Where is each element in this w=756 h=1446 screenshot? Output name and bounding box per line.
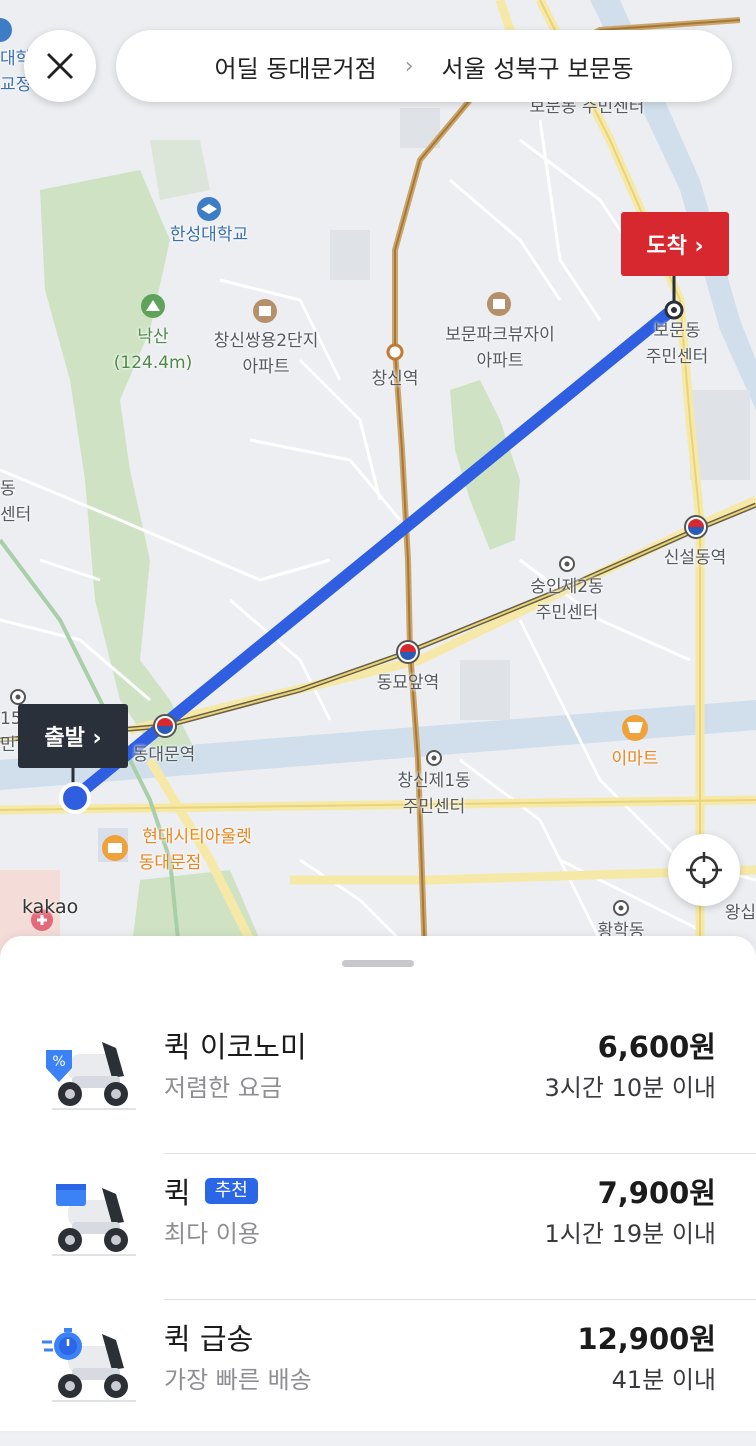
option-description: 최다 이용 <box>164 1220 260 1248</box>
stopwatch-icon <box>42 1328 82 1360</box>
delivery-options-sheet: % 퀵 이코노미 저렴한 요금 6,600원 3시간 10분 이내 퀵 추천 최… <box>0 936 756 1431</box>
option-eta: 41분 이내 <box>611 1366 716 1394</box>
option-price: 6,600원 <box>597 1030 716 1064</box>
place-label: 숭인제2동 <box>530 577 604 597</box>
option-name: 퀵 추천 <box>164 1170 258 1212</box>
option-quick-economy[interactable]: % 퀵 이코노미 저렴한 요금 6,600원 3시간 10분 이내 <box>0 1008 756 1154</box>
recommended-badge: 추천 <box>204 1178 258 1204</box>
option-description: 저렴한 요금 <box>164 1074 283 1102</box>
option-eta: 1시간 19분 이내 <box>544 1220 716 1248</box>
place-label: 센터 <box>0 505 32 525</box>
option-price: 12,900원 <box>577 1322 716 1356</box>
origin-address: 어딜 동대문거점 <box>214 54 377 83</box>
discount-tag-icon: % <box>46 1050 72 1082</box>
sheet-drag-handle[interactable] <box>342 960 414 967</box>
destination-address: 서울 성북구 보문동 <box>441 54 634 83</box>
start-pin-label[interactable]: 출발 › <box>18 704 128 768</box>
option-price: 7,900원 <box>597 1176 716 1210</box>
map-view[interactable]: 한성대학교 낙산 (124.4m) 창신쌍용2단지 아파트 보문파크뷰자이 아파… <box>0 0 756 960</box>
start-marker <box>59 782 91 814</box>
place-label: 아파트 <box>476 351 524 371</box>
option-quick[interactable]: 퀵 추천 최다 이용 7,900원 1시간 19분 이내 <box>0 1154 756 1300</box>
option-quick-express[interactable]: 퀵 급송 가장 빠른 배송 12,900원 41분 이내 <box>0 1300 756 1446</box>
place-label: 동 <box>0 479 16 499</box>
scooter-icon <box>52 1184 136 1256</box>
map-base <box>0 0 756 960</box>
end-pin-label[interactable]: 도착 › <box>621 212 729 276</box>
option-eta: 3시간 10분 이내 <box>544 1074 716 1102</box>
scooter-icon: % <box>46 1042 136 1110</box>
svg-text:%: % <box>52 1054 65 1070</box>
route-summary[interactable]: 어딜 동대문거점 › 서울 성북구 보문동 <box>116 30 732 102</box>
option-description: 가장 빠른 배송 <box>164 1366 312 1394</box>
scooter-icon <box>42 1328 136 1402</box>
current-location-button[interactable] <box>668 834 740 906</box>
place-label: 창신쌍용2단지 <box>213 331 319 351</box>
place-label: 주민센터 <box>402 797 466 817</box>
option-name: 퀵 이코노미 <box>164 1030 307 1064</box>
place-label: 아파트 <box>242 357 290 377</box>
place-label: 창신제1동 <box>397 771 471 791</box>
place-label: 동묘앞역 <box>376 673 440 693</box>
place-label: 낙산 <box>137 327 169 347</box>
place-label: 이마트 <box>611 749 659 769</box>
place-label: 동대문점 <box>138 853 202 873</box>
place-label: 한성대학교 <box>169 225 249 245</box>
place-label: 신설동역 <box>663 548 727 568</box>
chevron-right-icon: › <box>404 53 414 79</box>
place-label: 왕십 <box>724 903 756 923</box>
close-button[interactable] <box>24 30 96 102</box>
place-label: 주민센터 <box>645 347 709 367</box>
crosshair-icon <box>686 852 722 888</box>
map-attribution: kakao <box>22 896 79 918</box>
place-label: 창신역 <box>371 369 419 389</box>
place-label: 보문동 <box>653 321 701 341</box>
place-label: 주민센터 <box>535 603 599 623</box>
place-label: 동대문역 <box>132 745 196 765</box>
close-icon <box>47 53 73 79</box>
option-name: 퀵 급송 <box>164 1322 254 1356</box>
place-label: (124.4m) <box>113 353 193 373</box>
place-label: 민 <box>0 735 16 755</box>
place-label: 보문파크뷰자이 <box>445 325 555 345</box>
top-bar: 어딜 동대문거점 › 서울 성북구 보문동 <box>24 30 732 104</box>
place-label: 현대시티아울렛 <box>142 827 252 847</box>
box-icon <box>56 1184 86 1206</box>
